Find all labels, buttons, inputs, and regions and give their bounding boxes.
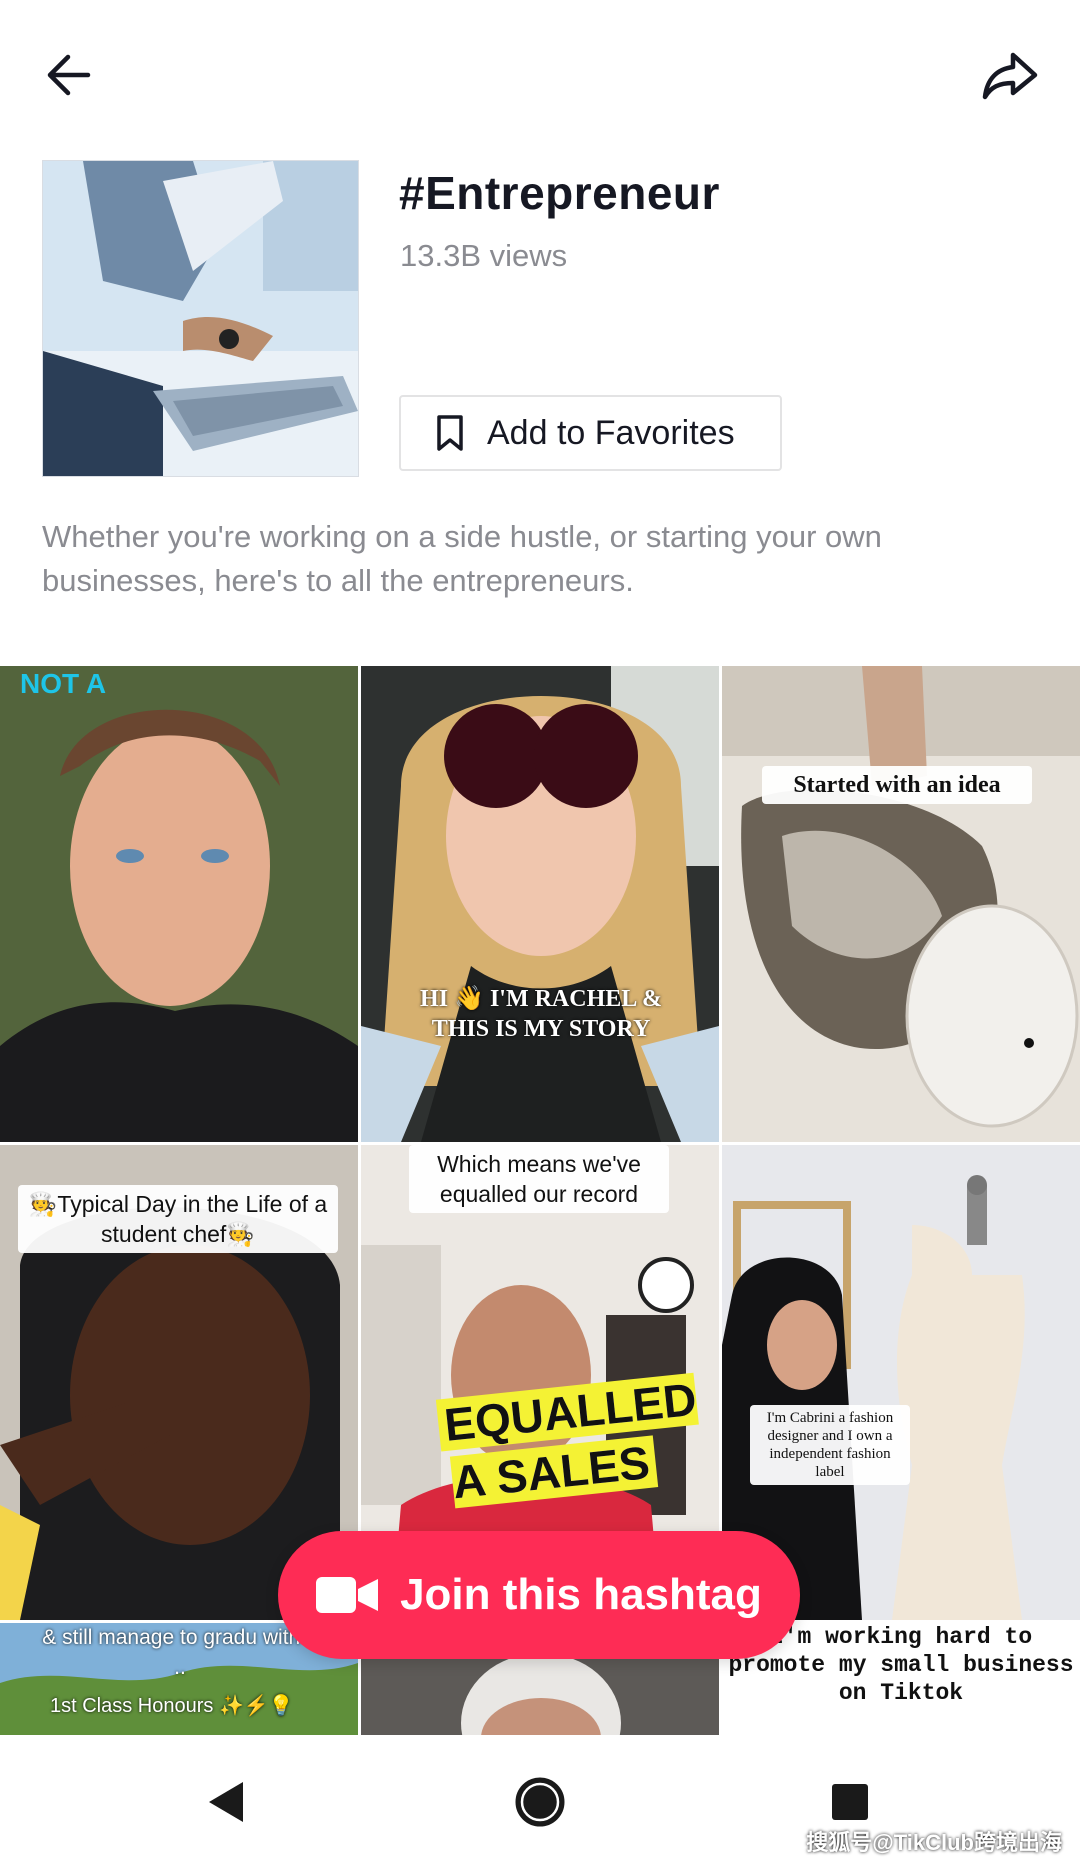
triangle-back-icon	[209, 1782, 243, 1822]
video-caption: HI 👋 I'M RACHEL & THIS IS MY STORY	[420, 986, 662, 1042]
video-thumbnail[interactable]: Started with an idea	[722, 666, 1080, 1142]
video-caption: I'm Cabrini a fashion designer and I own…	[750, 1405, 910, 1485]
add-to-favorites-label: Add to Favorites	[487, 413, 735, 452]
video-camera-icon	[316, 1577, 379, 1613]
join-hashtag-label: Join this hashtag	[400, 1570, 762, 1619]
video-caption: Started with an idea	[762, 766, 1032, 804]
nav-back-button[interactable]	[180, 1757, 270, 1847]
hashtag-description: Whether you're working on a side hustle,…	[42, 519, 882, 598]
share-button[interactable]	[970, 35, 1050, 115]
top-bar	[0, 0, 1080, 150]
hashtag-cover-image	[42, 160, 359, 477]
watermark-text: 搜狐号@TikClub跨境出海	[806, 1830, 1062, 1855]
share-arrow-icon	[982, 52, 1038, 100]
video-thumbnail[interactable]: NOT A	[0, 666, 358, 1142]
bookmark-icon	[437, 415, 463, 451]
join-hashtag-button[interactable]: Join this hashtag	[278, 1531, 800, 1659]
circle-home-icon	[515, 1777, 565, 1827]
square-recents-icon	[832, 1784, 868, 1820]
video-caption: NOT A	[20, 668, 107, 699]
video-caption: 🧑‍🍳Typical Day in the Life of a student …	[18, 1185, 338, 1253]
hashtag-header: #Entrepreneur 13.3B views Add to Favorit…	[42, 160, 1042, 480]
back-button[interactable]	[30, 35, 110, 115]
hashtag-view-count: 13.3B views	[400, 238, 568, 273]
system-nav-bar: 搜狐号@TikClub跨境出海	[0, 1735, 1080, 1863]
video-caption-bottom: 1st Class Honours ✨⚡💡	[50, 1695, 294, 1717]
video-thumbnail[interactable]: HI 👋 I'M RACHEL & THIS IS MY STORY	[361, 666, 719, 1142]
add-to-favorites-button[interactable]: Add to Favorites	[399, 395, 782, 471]
nav-home-button[interactable]	[495, 1757, 585, 1847]
video-caption-top: & still manage to gradu with a ..	[42, 1626, 318, 1679]
hashtag-title: #Entrepreneur	[399, 167, 720, 219]
arrow-left-icon	[47, 54, 91, 96]
video-caption-top: Which means we've equalled our record	[409, 1145, 669, 1213]
video-caption-big: EQUALLED A SALES	[435, 1372, 699, 1512]
